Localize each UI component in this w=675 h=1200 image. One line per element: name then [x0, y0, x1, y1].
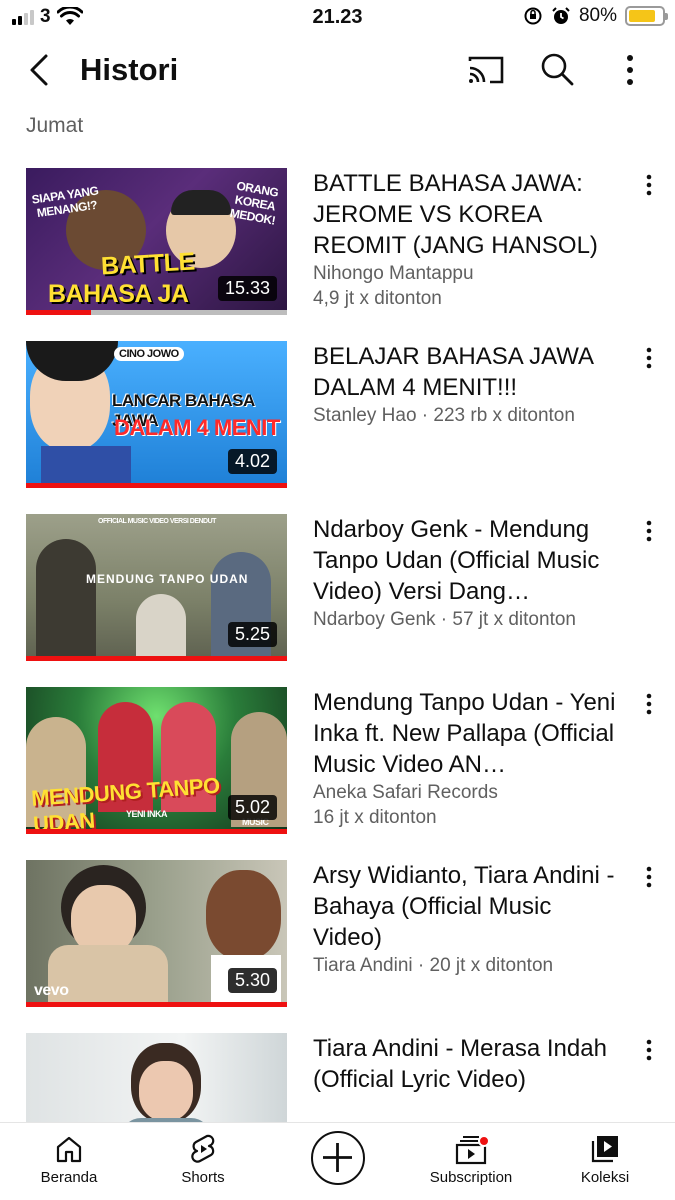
battery-percent: 80%: [578, 5, 617, 26]
video-item[interactable]: vevo 5.30 Arsy Widianto, Tiara Andini - …: [0, 860, 675, 1008]
watch-progress-bar: [26, 310, 92, 315]
channel-name: Aneka Safari Records: [313, 782, 498, 803]
status-right: 80%: [523, 5, 668, 27]
more-vert-icon[interactable]: [634, 689, 664, 719]
video-thumbnail[interactable]: MENDUNG TANPO UDAN YENI INKA MUSIC 5.02: [26, 687, 287, 834]
nav-shorts[interactable]: Shorts: [148, 1133, 258, 1186]
view-count: 4,9 jt x ditonton: [313, 288, 442, 309]
orientation-lock-icon: [524, 7, 542, 25]
history-video-list: SIAPA YANG MENANG!? ORANG KOREA MEDOK! B…: [0, 168, 675, 1122]
video-info: Mendung Tanpo Udan - Yeni Inka ft. New P…: [313, 687, 623, 830]
video-info: BATTLE BAHASA JAWA: JEROME VS KOREA REOM…: [313, 168, 623, 311]
status-bar: 3 21.23 80%: [0, 0, 675, 36]
video-thumbnail[interactable]: SIAPA YANG MENANG!? ORANG KOREA MEDOK! B…: [26, 168, 287, 315]
nav-subscription[interactable]: Subscription: [416, 1133, 526, 1186]
video-info: Arsy Widianto, Tiara Andini - Bahaya (Of…: [313, 860, 623, 978]
video-duration: 15.33: [217, 276, 277, 301]
back-arrow-icon[interactable]: [20, 50, 60, 90]
watch-progress-bar: [26, 656, 287, 661]
shorts-icon: [191, 1134, 215, 1163]
home-icon: [56, 1136, 82, 1163]
section-label-day: Jumat: [26, 114, 84, 137]
more-vert-icon[interactable]: [634, 1035, 664, 1065]
battery-icon: [625, 6, 668, 26]
create-button[interactable]: [311, 1131, 365, 1185]
more-vert-icon[interactable]: [634, 862, 664, 892]
watch-progress-bar: [26, 829, 287, 834]
video-info: BELAJAR BAHASA JAWA DALAM 4 MENIT!!! Sta…: [313, 341, 623, 428]
video-item[interactable]: Tiara Andini - Merasa Indah (Official Ly…: [0, 1033, 675, 1122]
video-duration: 4.02: [227, 449, 277, 474]
more-vert-icon[interactable]: [634, 516, 664, 546]
channel-name: Nihongo Mantappu: [313, 263, 474, 284]
nav-label: Beranda: [40, 1169, 98, 1186]
thumb-caption: CINO JOWO: [114, 347, 184, 361]
nav-label: Koleksi: [580, 1169, 630, 1186]
nav-label: Subscription: [429, 1169, 513, 1186]
more-vert-icon[interactable]: [634, 170, 664, 200]
nav-label: Shorts: [181, 1169, 225, 1186]
app-header: Histori: [0, 36, 675, 106]
view-count: 16 jt x ditonton: [313, 807, 437, 828]
video-item[interactable]: OFFICIAL MUSIC VIDEO VERSI DENDUT MENDUN…: [0, 514, 675, 662]
watch-progress-bar: [26, 1002, 287, 1007]
more-vert-icon[interactable]: [610, 50, 650, 90]
video-thumbnail[interactable]: vevo 5.30: [26, 860, 287, 1007]
watch-progress-bar: [26, 483, 287, 488]
plus-icon: [323, 1143, 352, 1172]
alarm-icon: [552, 7, 570, 24]
video-thumbnail[interactable]: OFFICIAL MUSIC VIDEO VERSI DENDUT MENDUN…: [26, 514, 287, 661]
thumb-caption: DALAM 4 MENIT: [114, 415, 280, 440]
video-title[interactable]: Ndarboy Genk - Mendung Tanpo Udan (Offic…: [313, 514, 623, 607]
page-title: Histori: [80, 52, 179, 87]
thumb-caption: BATTLE: [100, 247, 196, 281]
video-item[interactable]: MENDUNG TANPO UDAN YENI INKA MUSIC 5.02 …: [0, 687, 675, 835]
video-duration: 5.30: [227, 968, 277, 993]
cast-icon[interactable]: [466, 50, 506, 90]
bottom-navigation: Beranda Shorts Subscription Koleksi: [0, 1122, 675, 1200]
more-vert-icon[interactable]: [634, 343, 664, 373]
video-title[interactable]: Tiara Andini - Merasa Indah (Official Ly…: [313, 1033, 623, 1095]
notification-dot: [478, 1135, 490, 1147]
video-meta: Stanley Hao · 223 rb x ditonton: [313, 405, 575, 426]
video-item[interactable]: SIAPA YANG MENANG!? ORANG KOREA MEDOK! B…: [0, 168, 675, 316]
video-thumbnail[interactable]: CINO JOWO LANCAR BAHASA JAWA DALAM 4 MEN…: [26, 341, 287, 488]
video-title[interactable]: BATTLE BAHASA JAWA: JEROME VS KOREA REOM…: [313, 168, 623, 261]
library-icon: [591, 1136, 618, 1163]
video-item[interactable]: CINO JOWO LANCAR BAHASA JAWA DALAM 4 MEN…: [0, 341, 675, 489]
thumb-caption: ORANG KOREA MEDOK!: [228, 178, 280, 228]
thumb-caption: OFFICIAL MUSIC VIDEO VERSI DENDUT: [98, 518, 216, 525]
video-title[interactable]: Mendung Tanpo Udan - Yeni Inka ft. New P…: [313, 687, 623, 780]
nav-library[interactable]: Koleksi: [550, 1133, 660, 1186]
search-icon[interactable]: [537, 50, 577, 90]
video-info: Ndarboy Genk - Mendung Tanpo Udan (Offic…: [313, 514, 623, 632]
vevo-logo: vevo: [34, 982, 69, 999]
video-meta: Tiara Andini · 20 jt x ditonton: [313, 955, 554, 976]
thumb-caption: YENI INKA: [126, 809, 168, 819]
video-duration: 5.02: [227, 795, 277, 820]
video-title[interactable]: Arsy Widianto, Tiara Andini - Bahaya (Of…: [313, 860, 623, 953]
thumb-caption: MENDUNG TANPO UDAN: [86, 572, 249, 586]
nav-home[interactable]: Beranda: [14, 1133, 124, 1186]
video-thumbnail[interactable]: [26, 1033, 287, 1122]
video-title[interactable]: BELAJAR BAHASA JAWA DALAM 4 MENIT!!!: [313, 341, 623, 403]
video-info: Tiara Andini - Merasa Indah (Official Ly…: [313, 1033, 623, 1095]
video-duration: 5.25: [227, 622, 277, 647]
video-meta: Ndarboy Genk · 57 jt x ditonton: [313, 609, 576, 630]
thumb-caption: BAHASA JA: [48, 280, 189, 308]
